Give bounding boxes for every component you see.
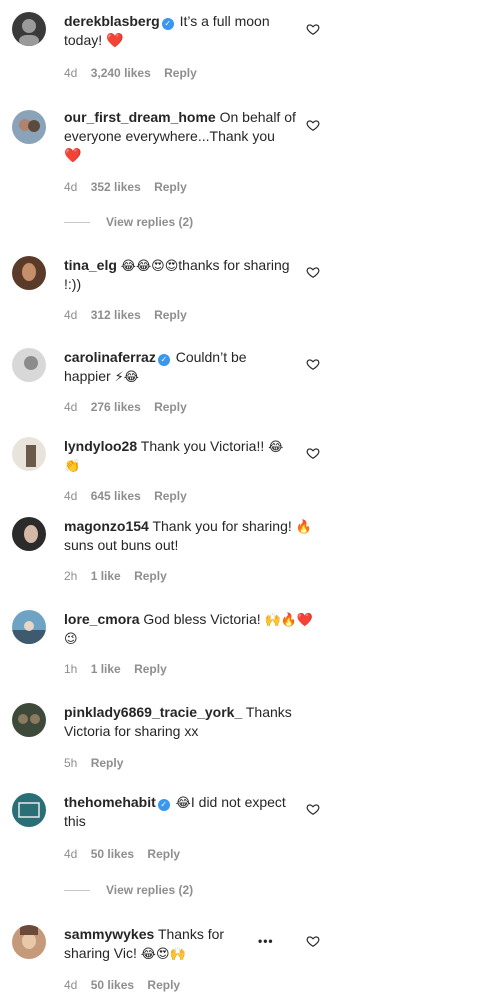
comment-body: Thank you for sharing! xyxy=(152,518,292,534)
emoji: 😂 xyxy=(175,795,191,810)
comment-body-continued: suns out buns out! xyxy=(64,537,179,553)
divider xyxy=(64,221,90,223)
reply-button[interactable]: Reply xyxy=(164,66,197,80)
divider xyxy=(64,889,90,891)
reply-button[interactable]: Reply xyxy=(147,978,180,992)
reply-button[interactable]: Reply xyxy=(154,400,187,414)
fire-emoji: 🔥 xyxy=(295,519,312,534)
comment-text: sammywykes Thanks for sharing Vic! 😂😍🙌 xyxy=(64,925,254,963)
heart-icon[interactable] xyxy=(306,118,320,132)
comment-text: thehomehabit ✓ 😂I did not expect this xyxy=(64,793,296,831)
avatar[interactable] xyxy=(12,12,46,46)
comment-body: God bless Victoria! xyxy=(143,611,261,627)
reply-button[interactable]: Reply xyxy=(154,489,187,503)
likes-count[interactable]: 50 likes xyxy=(91,978,134,992)
comment-text: derekblasberg ✓ It’s a full moon today! ❤… xyxy=(64,12,296,50)
comment-meta: 4d 50 likes Reply xyxy=(64,978,190,992)
comment-text: tina_elg 😂😂😍😍thanks for sharing !:)) xyxy=(64,256,296,294)
reply-button[interactable]: Reply xyxy=(91,756,124,770)
timestamp[interactable]: 4d xyxy=(64,400,77,414)
reply-button[interactable]: Reply xyxy=(154,308,187,322)
avatar[interactable] xyxy=(12,703,46,737)
reply-button[interactable]: Reply xyxy=(147,847,180,861)
emoji: ⚡😂 xyxy=(114,369,139,384)
username[interactable]: pinklady6869_tracie_york_ xyxy=(64,704,242,720)
timestamp[interactable]: 4d xyxy=(64,308,77,322)
timestamp[interactable]: 4d xyxy=(64,180,77,194)
red-heart-emoji: ❤️ xyxy=(64,147,82,163)
avatar[interactable] xyxy=(12,110,46,144)
likes-count[interactable]: 312 likes xyxy=(91,308,141,322)
likes-count[interactable]: 352 likes xyxy=(91,180,141,194)
username[interactable]: lore_cmora xyxy=(64,611,139,627)
timestamp[interactable]: 4d xyxy=(64,978,77,992)
verified-badge-icon: ✓ xyxy=(157,799,170,811)
likes-count[interactable]: 645 likes xyxy=(91,489,141,503)
username[interactable]: our_first_dream_home xyxy=(64,109,216,125)
comment-text: carolinaferraz ✓ Couldn’t be happier ⚡😂 xyxy=(64,348,296,386)
timestamp[interactable]: 5h xyxy=(64,756,77,770)
comment-meta: 1h 1 like Reply xyxy=(64,662,177,676)
more-options-icon[interactable]: ••• xyxy=(258,934,274,948)
verified-badge-icon: ✓ xyxy=(161,18,174,30)
comment-meta: 4d 645 likes Reply xyxy=(64,489,197,503)
heart-icon[interactable] xyxy=(306,446,320,460)
reply-button[interactable]: Reply xyxy=(134,662,167,676)
red-heart-emoji: ❤️ xyxy=(106,32,124,48)
comment-text: pinklady6869_tracie_york_ Thanks Victori… xyxy=(64,703,326,741)
reply-button[interactable]: Reply xyxy=(134,569,167,583)
timestamp[interactable]: 4d xyxy=(64,489,77,503)
username[interactable]: thehomehabit xyxy=(64,794,156,810)
likes-count[interactable]: 3,240 likes xyxy=(91,66,151,80)
username[interactable]: derekblasberg xyxy=(64,13,160,29)
avatar[interactable] xyxy=(12,348,46,382)
emoji: 😂😍🙌 xyxy=(140,946,186,961)
avatar[interactable] xyxy=(12,437,46,471)
comment-meta: 4d 276 likes Reply xyxy=(64,400,197,414)
comment-body: Thank you Victoria!! xyxy=(140,438,265,454)
likes-count[interactable]: 276 likes xyxy=(91,400,141,414)
comment-meta: 5h Reply xyxy=(64,756,133,770)
username[interactable]: magonzo154 xyxy=(64,518,149,534)
view-replies-button[interactable]: View replies (2) xyxy=(64,215,193,229)
timestamp[interactable]: 4d xyxy=(64,66,77,80)
comment-text: our_first_dream_home On behalf of everyo… xyxy=(64,108,296,165)
view-replies-label: View replies (2) xyxy=(106,883,194,897)
avatar[interactable] xyxy=(12,610,46,644)
timestamp[interactable]: 4d xyxy=(64,847,77,861)
username[interactable]: sammywykes xyxy=(64,926,154,942)
comment-text: lyndyloo28 Thank you Victoria!! 😂👏 xyxy=(64,437,296,475)
verified-badge-icon: ✓ xyxy=(157,354,170,366)
comment-meta: 4d 312 likes Reply xyxy=(64,308,197,322)
heart-icon[interactable] xyxy=(306,265,320,279)
likes-count[interactable]: 1 like xyxy=(91,662,121,676)
avatar[interactable] xyxy=(12,256,46,290)
comment-meta: 4d 352 likes Reply xyxy=(64,180,197,194)
timestamp[interactable]: 1h xyxy=(64,662,77,676)
avatar[interactable] xyxy=(12,925,46,959)
timestamp[interactable]: 2h xyxy=(64,569,77,583)
emoji: 😂😂😍😍 xyxy=(120,258,179,273)
username[interactable]: lyndyloo28 xyxy=(64,438,137,454)
username[interactable]: tina_elg xyxy=(64,257,117,273)
username[interactable]: carolinaferraz xyxy=(64,349,156,365)
comment-meta: 4d 3,240 likes Reply xyxy=(64,66,207,80)
comment-meta: 4d 50 likes Reply xyxy=(64,847,190,861)
view-replies-label: View replies (2) xyxy=(106,215,194,229)
heart-icon[interactable] xyxy=(306,802,320,816)
avatar[interactable] xyxy=(12,793,46,827)
likes-count[interactable]: 50 likes xyxy=(91,847,134,861)
avatar[interactable] xyxy=(12,517,46,551)
comment-meta: 2h 1 like Reply xyxy=(64,569,177,583)
view-replies-button[interactable]: View replies (2) xyxy=(64,883,193,897)
heart-icon[interactable] xyxy=(306,22,320,36)
reply-button[interactable]: Reply xyxy=(154,180,187,194)
likes-count[interactable]: 1 like xyxy=(91,569,121,583)
heart-icon[interactable] xyxy=(306,357,320,371)
comment-text: magonzo154 Thank you for sharing! 🔥 suns … xyxy=(64,517,326,555)
comment-text: lore_cmora God bless Victoria! 🙌🔥❤️😉 xyxy=(64,610,326,648)
heart-icon[interactable] xyxy=(306,934,320,948)
